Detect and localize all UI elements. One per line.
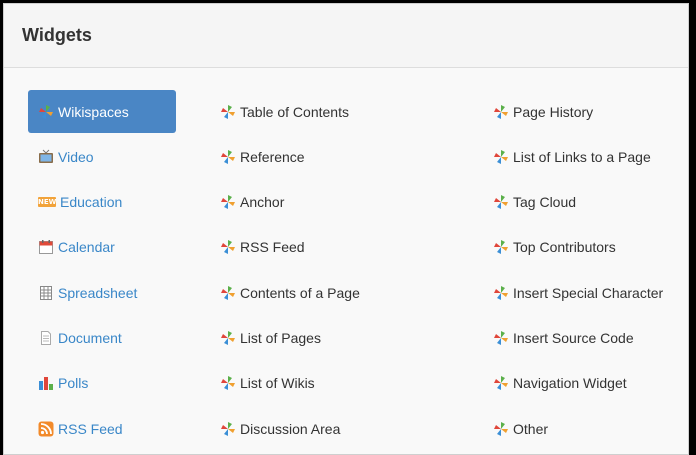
dialog-body: Wikispaces Video NEW Education Calendar Sprea… [4, 68, 688, 454]
widget-insert-special-character[interactable]: Insert Special Character [493, 271, 688, 314]
widget-label: Anchor [240, 194, 285, 211]
widget-label: Contents of a Page [240, 284, 360, 301]
widget-label: Insert Source Code [513, 329, 634, 346]
widget-anchor[interactable]: Anchor [220, 181, 470, 224]
widget-label: Reference [240, 148, 305, 165]
tv-icon [38, 149, 54, 165]
pinwheel-icon [493, 104, 509, 120]
pinwheel-icon [493, 330, 509, 346]
widget-label: Navigation Widget [513, 375, 627, 392]
pinwheel-icon [493, 421, 509, 437]
widget-label: List of Wikis [240, 375, 315, 392]
category-rss-feed[interactable]: RSS Feed [28, 407, 178, 450]
category-list: Wikispaces Video NEW Education Calendar Sprea… [28, 90, 178, 452]
pinwheel-icon [220, 104, 236, 120]
widget-label: Other [513, 420, 549, 437]
widget-label: RSS Feed [240, 239, 305, 256]
category-video[interactable]: Video [28, 135, 178, 178]
widget-rss-feed[interactable]: RSS Feed [220, 226, 470, 269]
dialog-title: Widgets [22, 25, 92, 45]
widget-list-of-pages[interactable]: List of Pages [220, 316, 470, 359]
category-education[interactable]: NEW Education [28, 181, 178, 224]
new-badge-icon: NEW [38, 197, 57, 208]
widget-insert-source-code[interactable]: Insert Source Code [493, 316, 688, 359]
category-label: Polls [58, 375, 89, 392]
widget-contents-of-a-page[interactable]: Contents of a Page [220, 271, 470, 314]
document-icon [38, 330, 54, 346]
bar-chart-icon [38, 375, 54, 391]
widget-reference[interactable]: Reference [220, 135, 470, 178]
category-wikispaces[interactable]: Wikispaces [28, 90, 176, 133]
pinwheel-icon [38, 104, 54, 120]
pinwheel-icon [220, 149, 236, 165]
pinwheel-icon [493, 194, 509, 210]
category-label: Spreadsheet [58, 284, 138, 301]
widget-discussion-area[interactable]: Discussion Area [220, 407, 470, 450]
widget-label: Page History [513, 103, 594, 120]
widget-list-column-1: Table of Contents Reference Anchor RSS Feed… [220, 90, 470, 452]
widgets-dialog: Widgets Wikispaces Video NEW Education Calen… [3, 3, 689, 455]
rss-icon [38, 421, 54, 437]
pinwheel-icon [493, 149, 509, 165]
pinwheel-icon [220, 330, 236, 346]
widget-list-of-wikis[interactable]: List of Wikis [220, 362, 470, 405]
calendar-icon [38, 239, 54, 255]
pinwheel-icon [220, 285, 236, 301]
widget-label: Tag Cloud [513, 194, 577, 211]
pinwheel-icon [493, 375, 509, 391]
dialog-header: Widgets [4, 4, 688, 68]
widget-navigation-widget[interactable]: Navigation Widget [493, 362, 688, 405]
widget-tag-cloud[interactable]: Tag Cloud [493, 181, 688, 224]
widget-list-of-links-to-a-page[interactable]: List of Links to a Page [493, 135, 688, 178]
category-polls[interactable]: Polls [28, 362, 178, 405]
widget-label: List of Links to a Page [513, 148, 651, 165]
widget-top-contributors[interactable]: Top Contributors [493, 226, 688, 269]
widget-page-history[interactable]: Page History [493, 90, 688, 133]
pinwheel-icon [220, 375, 236, 391]
category-label: Document [58, 329, 122, 346]
widget-label: Discussion Area [240, 420, 341, 437]
pinwheel-icon [493, 285, 509, 301]
pinwheel-icon [220, 421, 236, 437]
category-spreadsheet[interactable]: Spreadsheet [28, 271, 178, 314]
pinwheel-icon [220, 194, 236, 210]
widget-table-of-contents[interactable]: Table of Contents [220, 90, 470, 133]
widget-label: Top Contributors [513, 239, 616, 256]
widget-label: Insert Special Character [513, 284, 664, 301]
spreadsheet-icon [38, 285, 54, 301]
category-document[interactable]: Document [28, 316, 178, 359]
pinwheel-icon [220, 239, 236, 255]
widget-label: Table of Contents [240, 103, 349, 120]
category-label: Video [58, 148, 94, 165]
widget-other[interactable]: Other [493, 407, 688, 450]
pinwheel-icon [493, 239, 509, 255]
category-label: Education [60, 194, 123, 211]
category-label: RSS Feed [58, 420, 123, 437]
category-label: Calendar [58, 239, 115, 256]
category-calendar[interactable]: Calendar [28, 226, 178, 269]
widget-list-column-2: Page History List of Links to a Page Tag C… [493, 90, 688, 452]
category-label: Wikispaces [58, 103, 129, 120]
widget-label: List of Pages [240, 329, 321, 346]
